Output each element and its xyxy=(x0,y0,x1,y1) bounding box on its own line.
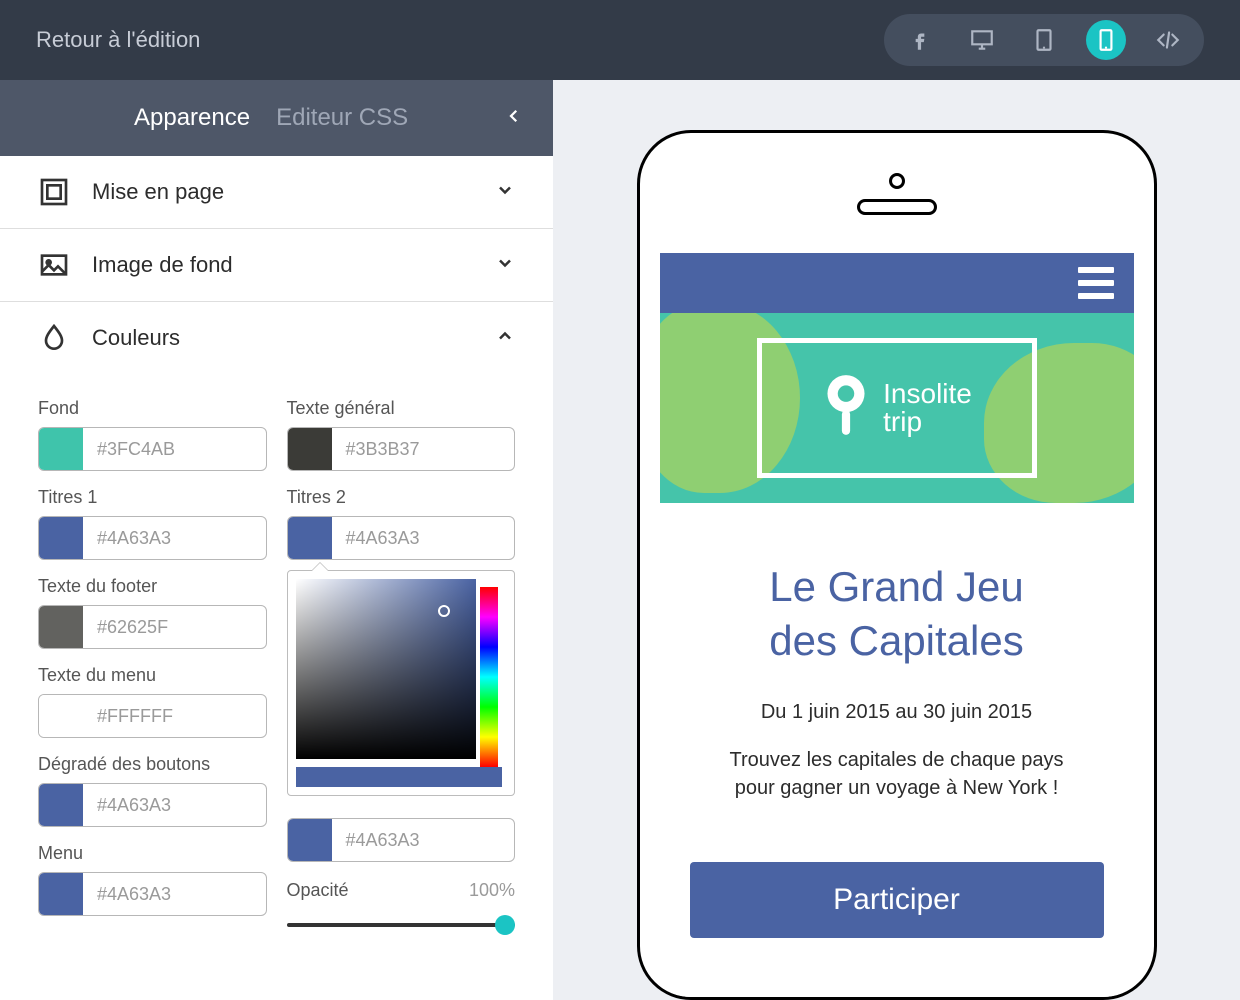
color-input-texte-menu[interactable]: #FFFFFF xyxy=(38,694,267,738)
color-picker[interactable] xyxy=(287,570,516,796)
swatch-texte-menu xyxy=(39,695,83,737)
section-background[interactable]: Image de fond xyxy=(0,229,553,302)
hamburger-icon[interactable] xyxy=(1078,267,1114,299)
preview-title-line1: Le Grand Jeu xyxy=(690,563,1104,611)
logo-line1: Insolite xyxy=(883,380,972,408)
color-input-texte-footer[interactable]: #62625F xyxy=(38,605,267,649)
phone-frame: Insolite trip Le Grand Jeu des Capitales… xyxy=(637,130,1157,1000)
preview-title-line2: des Capitales xyxy=(690,617,1104,665)
collapse-sidebar-icon[interactable] xyxy=(505,107,523,130)
device-toggle xyxy=(884,14,1204,66)
label-degrade-boutons: Dégradé des boutons xyxy=(38,754,267,775)
value-opacity: 100% xyxy=(469,880,515,901)
preview-desc-line1: Trouvez les capitales de chaque pays xyxy=(690,746,1104,774)
color-input-degrade-1[interactable]: #4A63A3 xyxy=(38,783,267,827)
phone-speaker xyxy=(857,199,937,215)
picker-cursor[interactable] xyxy=(438,605,450,617)
color-preview xyxy=(296,767,502,787)
cta-button[interactable]: Participer xyxy=(690,862,1104,938)
hex-degrade-1: #4A63A3 xyxy=(83,784,266,826)
chevron-down-icon xyxy=(495,180,515,205)
preview-desc-line2: pour gagner un voyage à New York ! xyxy=(690,774,1104,802)
hex-titres2: #4A63A3 xyxy=(332,517,515,559)
swatch-degrade-2 xyxy=(288,819,332,861)
swatch-menu xyxy=(39,873,83,915)
chevron-down-icon xyxy=(495,253,515,278)
logo-frame: Insolite trip xyxy=(757,338,1037,478)
swatch-degrade-1 xyxy=(39,784,83,826)
section-layout-label: Mise en page xyxy=(92,179,224,205)
label-fond: Fond xyxy=(38,398,267,419)
preview-dates: Du 1 juin 2015 au 30 juin 2015 xyxy=(690,701,1104,724)
color-input-titres2[interactable]: #4A63A3 xyxy=(287,516,516,560)
swatch-texte-footer xyxy=(39,606,83,648)
swatch-texte-general xyxy=(288,428,332,470)
label-menu: Menu xyxy=(38,843,267,864)
code-icon[interactable] xyxy=(1148,20,1188,60)
swatch-titres1 xyxy=(39,517,83,559)
hex-texte-menu: #FFFFFF xyxy=(83,695,266,737)
color-input-texte-general[interactable]: #3B3B37 xyxy=(287,427,516,471)
pin-icon xyxy=(821,371,871,446)
section-colors[interactable]: Couleurs xyxy=(0,302,553,374)
desktop-icon[interactable] xyxy=(962,20,1002,60)
hex-degrade-2: #4A63A3 xyxy=(332,819,515,861)
color-input-degrade-2[interactable]: #4A63A3 xyxy=(287,818,516,862)
section-layout[interactable]: Mise en page xyxy=(0,156,553,229)
tab-css-editor[interactable]: Editeur CSS xyxy=(276,104,408,132)
tablet-icon[interactable] xyxy=(1024,20,1064,60)
section-colors-label: Couleurs xyxy=(92,325,180,351)
hex-fond: #3FC4AB xyxy=(83,428,266,470)
back-link[interactable]: Retour à l'édition xyxy=(36,27,200,53)
color-input-titres1[interactable]: #4A63A3 xyxy=(38,516,267,560)
hex-texte-footer: #62625F xyxy=(83,606,266,648)
chevron-up-icon xyxy=(495,326,515,351)
mobile-icon[interactable] xyxy=(1086,20,1126,60)
swatch-fond xyxy=(39,428,83,470)
layout-icon xyxy=(38,176,70,208)
opacity-slider[interactable] xyxy=(287,915,516,935)
color-input-fond[interactable]: #3FC4AB xyxy=(38,427,267,471)
color-input-menu[interactable]: #4A63A3 xyxy=(38,872,267,916)
logo-line2: trip xyxy=(883,408,972,436)
hex-titres1: #4A63A3 xyxy=(83,517,266,559)
hex-texte-general: #3B3B37 xyxy=(332,428,515,470)
label-opacity: Opacité xyxy=(287,880,349,901)
slider-thumb[interactable] xyxy=(495,915,515,935)
swatch-titres2 xyxy=(288,517,332,559)
image-icon xyxy=(38,249,70,281)
hero-image: Insolite trip xyxy=(660,313,1134,503)
label-titres2: Titres 2 xyxy=(287,487,516,508)
phone-camera xyxy=(889,173,905,189)
label-titres1: Titres 1 xyxy=(38,487,267,508)
saturation-value-area[interactable] xyxy=(296,579,476,759)
droplet-icon xyxy=(38,322,70,354)
hue-slider[interactable] xyxy=(480,587,498,767)
section-background-label: Image de fond xyxy=(92,252,233,278)
facebook-icon[interactable] xyxy=(900,20,940,60)
label-texte-menu: Texte du menu xyxy=(38,665,267,686)
hex-menu: #4A63A3 xyxy=(83,873,266,915)
label-texte-general: Texte général xyxy=(287,398,516,419)
app-header xyxy=(660,253,1134,313)
tab-appearance[interactable]: Apparence xyxy=(134,104,250,132)
label-texte-footer: Texte du footer xyxy=(38,576,267,597)
